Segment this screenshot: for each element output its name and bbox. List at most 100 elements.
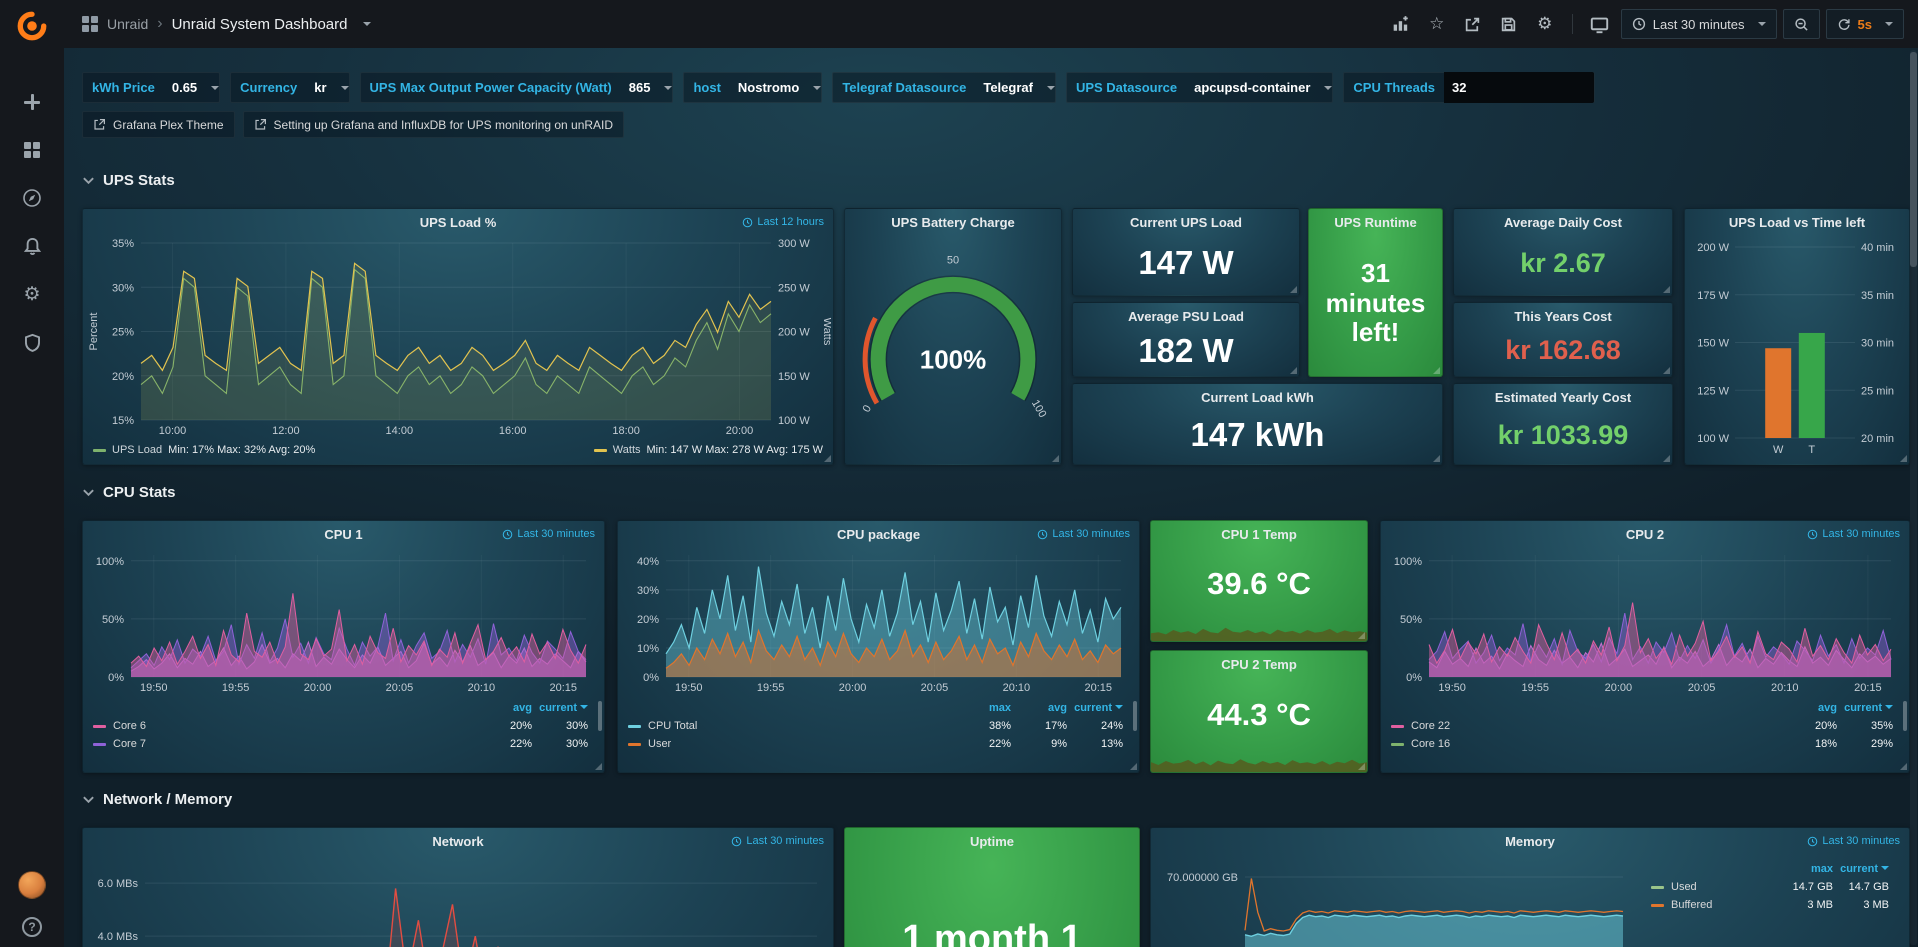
legend-column-max[interactable]: max [955, 702, 1011, 714]
variable-host[interactable]: hostNostromo [683, 72, 822, 103]
battery-gauge[interactable]: 050100100% [849, 239, 1057, 454]
legend-series-name[interactable]: Core 7 [93, 738, 476, 750]
sidebar-item-configuration[interactable]: ⚙ [0, 270, 64, 318]
folder-grid-icon[interactable] [82, 16, 98, 32]
panel-title[interactable]: UPS Load vs Time left [1685, 209, 1909, 235]
panel-title[interactable]: Network [83, 828, 833, 854]
variable-kwh-price[interactable]: kWh Price0.65 [82, 72, 220, 103]
refresh-picker[interactable]: 5s [1826, 9, 1904, 39]
panel-title[interactable]: Current Load kWh [1073, 384, 1442, 410]
panel-title[interactable]: Memory [1151, 828, 1909, 854]
legend-row[interactable]: Core 620%30% [83, 717, 598, 735]
cycle-view-button[interactable] [1585, 9, 1615, 39]
legend-column-current[interactable]: current [1067, 702, 1123, 714]
memory-chart[interactable]: 50.000000 GB60.000000 GB70.000000 GB [1153, 854, 1631, 947]
panel-time-range[interactable]: Last 30 minutes [1807, 528, 1900, 540]
variable-value[interactable]: Telegraf [975, 80, 1041, 95]
sidebar-item-dashboards[interactable] [0, 126, 64, 174]
legend-row[interactable]: Core 2220%35% [1381, 717, 1903, 735]
panel-title[interactable]: Average PSU Load [1073, 303, 1299, 329]
time-range-picker[interactable]: Last 30 minutes [1621, 9, 1777, 39]
variable-ups-datasource[interactable]: UPS Datasourceapcupsd-container [1066, 72, 1333, 103]
legend-column-avg[interactable]: avg [1011, 702, 1067, 714]
network-chart[interactable]: 2.0 MBs4.0 MBs6.0 MBs [85, 854, 829, 947]
grafana-logo[interactable] [0, 0, 64, 52]
save-button[interactable] [1494, 9, 1524, 39]
panel-title[interactable]: UPS Load % [83, 209, 833, 235]
row-header-cpu-stats[interactable]: CPU Stats [82, 484, 176, 501]
variable-value[interactable]: kr [306, 80, 334, 95]
dashboard-link[interactable]: Setting up Grafana and InfluxDB for UPS … [243, 111, 625, 138]
panel-time-range[interactable]: Last 30 minutes [731, 835, 824, 847]
panel-title[interactable]: This Years Cost [1454, 303, 1672, 329]
add-panel-button[interactable] [1386, 9, 1416, 39]
legend-column-current[interactable]: current [1833, 863, 1889, 875]
sidebar-item-create[interactable] [0, 78, 64, 126]
legend-column-max[interactable]: max [1777, 863, 1833, 875]
legend-series-name[interactable]: CPU Total [628, 720, 955, 732]
legend-item[interactable]: UPS LoadMin: 17% Max: 32% Avg: 20% [93, 444, 315, 456]
legend-column-current[interactable]: current [1837, 702, 1893, 714]
star-button[interactable]: ☆ [1422, 9, 1452, 39]
zoom-out-button[interactable] [1783, 9, 1820, 39]
legend-row[interactable]: Used14.7 GB14.7 GB [1641, 878, 1899, 896]
panel-title[interactable]: Uptime [845, 828, 1139, 854]
breadcrumb-app[interactable]: Unraid [107, 16, 148, 32]
panel-title[interactable]: CPU 1 Temp [1151, 521, 1367, 547]
page-scrollbar-thumb[interactable] [1910, 52, 1917, 267]
sidebar-item-explore[interactable] [0, 174, 64, 222]
legend-series-name[interactable]: Core 22 [1391, 720, 1781, 732]
legend-series-name[interactable]: Used [1651, 881, 1777, 893]
variable-currency[interactable]: Currencykr [230, 72, 349, 103]
panel-title[interactable]: Current UPS Load [1073, 209, 1299, 235]
cpu-package-chart[interactable]: 0%10%20%30%40%19:5019:5520:0020:0520:102… [620, 547, 1133, 695]
row-header-ups-stats[interactable]: UPS Stats [82, 172, 175, 189]
title-caret-icon[interactable] [363, 22, 371, 30]
legend-series-name[interactable]: Core 16 [1391, 738, 1781, 750]
dashboard-link[interactable]: Grafana Plex Theme [82, 111, 235, 138]
dashboard-title[interactable]: Unraid System Dashboard [172, 16, 348, 33]
panel-title[interactable]: Estimated Yearly Cost [1454, 384, 1672, 410]
variable-value[interactable]: Nostromo [730, 80, 807, 95]
cpu2-chart[interactable]: 0%50%100%19:5019:5520:0020:0520:1020:15 [1383, 547, 1903, 695]
panel-time-range[interactable]: Last 12 hours [742, 216, 824, 228]
variable-telegraf-datasource[interactable]: Telegraf DatasourceTelegraf [832, 72, 1056, 103]
share-button[interactable] [1458, 9, 1488, 39]
variable-value[interactable]: 0.65 [164, 80, 205, 95]
sidebar-item-admin[interactable] [0, 318, 64, 366]
legend-row[interactable]: Buffered3 MB3 MB [1641, 896, 1899, 914]
user-avatar[interactable] [18, 871, 46, 899]
legend-series-name[interactable]: Core 6 [93, 720, 476, 732]
panel-time-range[interactable]: Last 30 minutes [1807, 835, 1900, 847]
variable-ups-max-output-power-capacity-watt-[interactable]: UPS Max Output Power Capacity (Watt)865 [360, 72, 674, 103]
dashboard-settings-button[interactable]: ⚙ [1530, 9, 1560, 39]
panel-time-range[interactable]: Last 30 minutes [1037, 528, 1130, 540]
legend-column-avg[interactable]: avg [476, 702, 532, 714]
variable-input[interactable]: 32 [1444, 72, 1594, 103]
legend-row[interactable]: User22%9%13% [618, 735, 1133, 753]
ups-bars-chart[interactable]: 100 W20 min125 W25 min150 W30 min175 W35… [1687, 235, 1907, 458]
legend-scrollbar[interactable] [1903, 701, 1907, 731]
legend-series-name[interactable]: Buffered [1651, 899, 1777, 911]
legend-row[interactable]: CPU Total38%17%24% [618, 717, 1133, 735]
variable-cpu-threads[interactable]: CPU Threads32 [1343, 72, 1595, 103]
sidebar-item-alerting[interactable] [0, 222, 64, 270]
panel-title[interactable]: UPS Battery Charge [845, 209, 1061, 235]
help-icon[interactable]: ? [22, 917, 42, 937]
variable-value[interactable]: apcupsd-container [1186, 80, 1318, 95]
cpu1-chart[interactable]: 0%50%100%19:5019:5520:0020:0520:1020:15 [85, 547, 598, 695]
legend-scrollbar[interactable] [598, 701, 602, 731]
legend-item[interactable]: WattsMin: 147 W Max: 278 W Avg: 175 W [594, 444, 823, 456]
legend-column-avg[interactable]: avg [1781, 702, 1837, 714]
panel-title[interactable]: Average Daily Cost [1454, 209, 1672, 235]
panel-time-range[interactable]: Last 30 minutes [502, 528, 595, 540]
row-header-network-memory[interactable]: Network / Memory [82, 791, 232, 808]
variable-value[interactable]: 865 [621, 80, 659, 95]
legend-row[interactable]: Core 1618%29% [1381, 735, 1903, 753]
panel-title[interactable]: CPU 2 Temp [1151, 651, 1367, 677]
legend-scrollbar[interactable] [1133, 701, 1137, 731]
legend-column-current[interactable]: current [532, 702, 588, 714]
panel-title[interactable]: UPS Runtime [1309, 209, 1442, 235]
legend-row[interactable]: Core 722%30% [83, 735, 598, 753]
legend-series-name[interactable]: User [628, 738, 955, 750]
